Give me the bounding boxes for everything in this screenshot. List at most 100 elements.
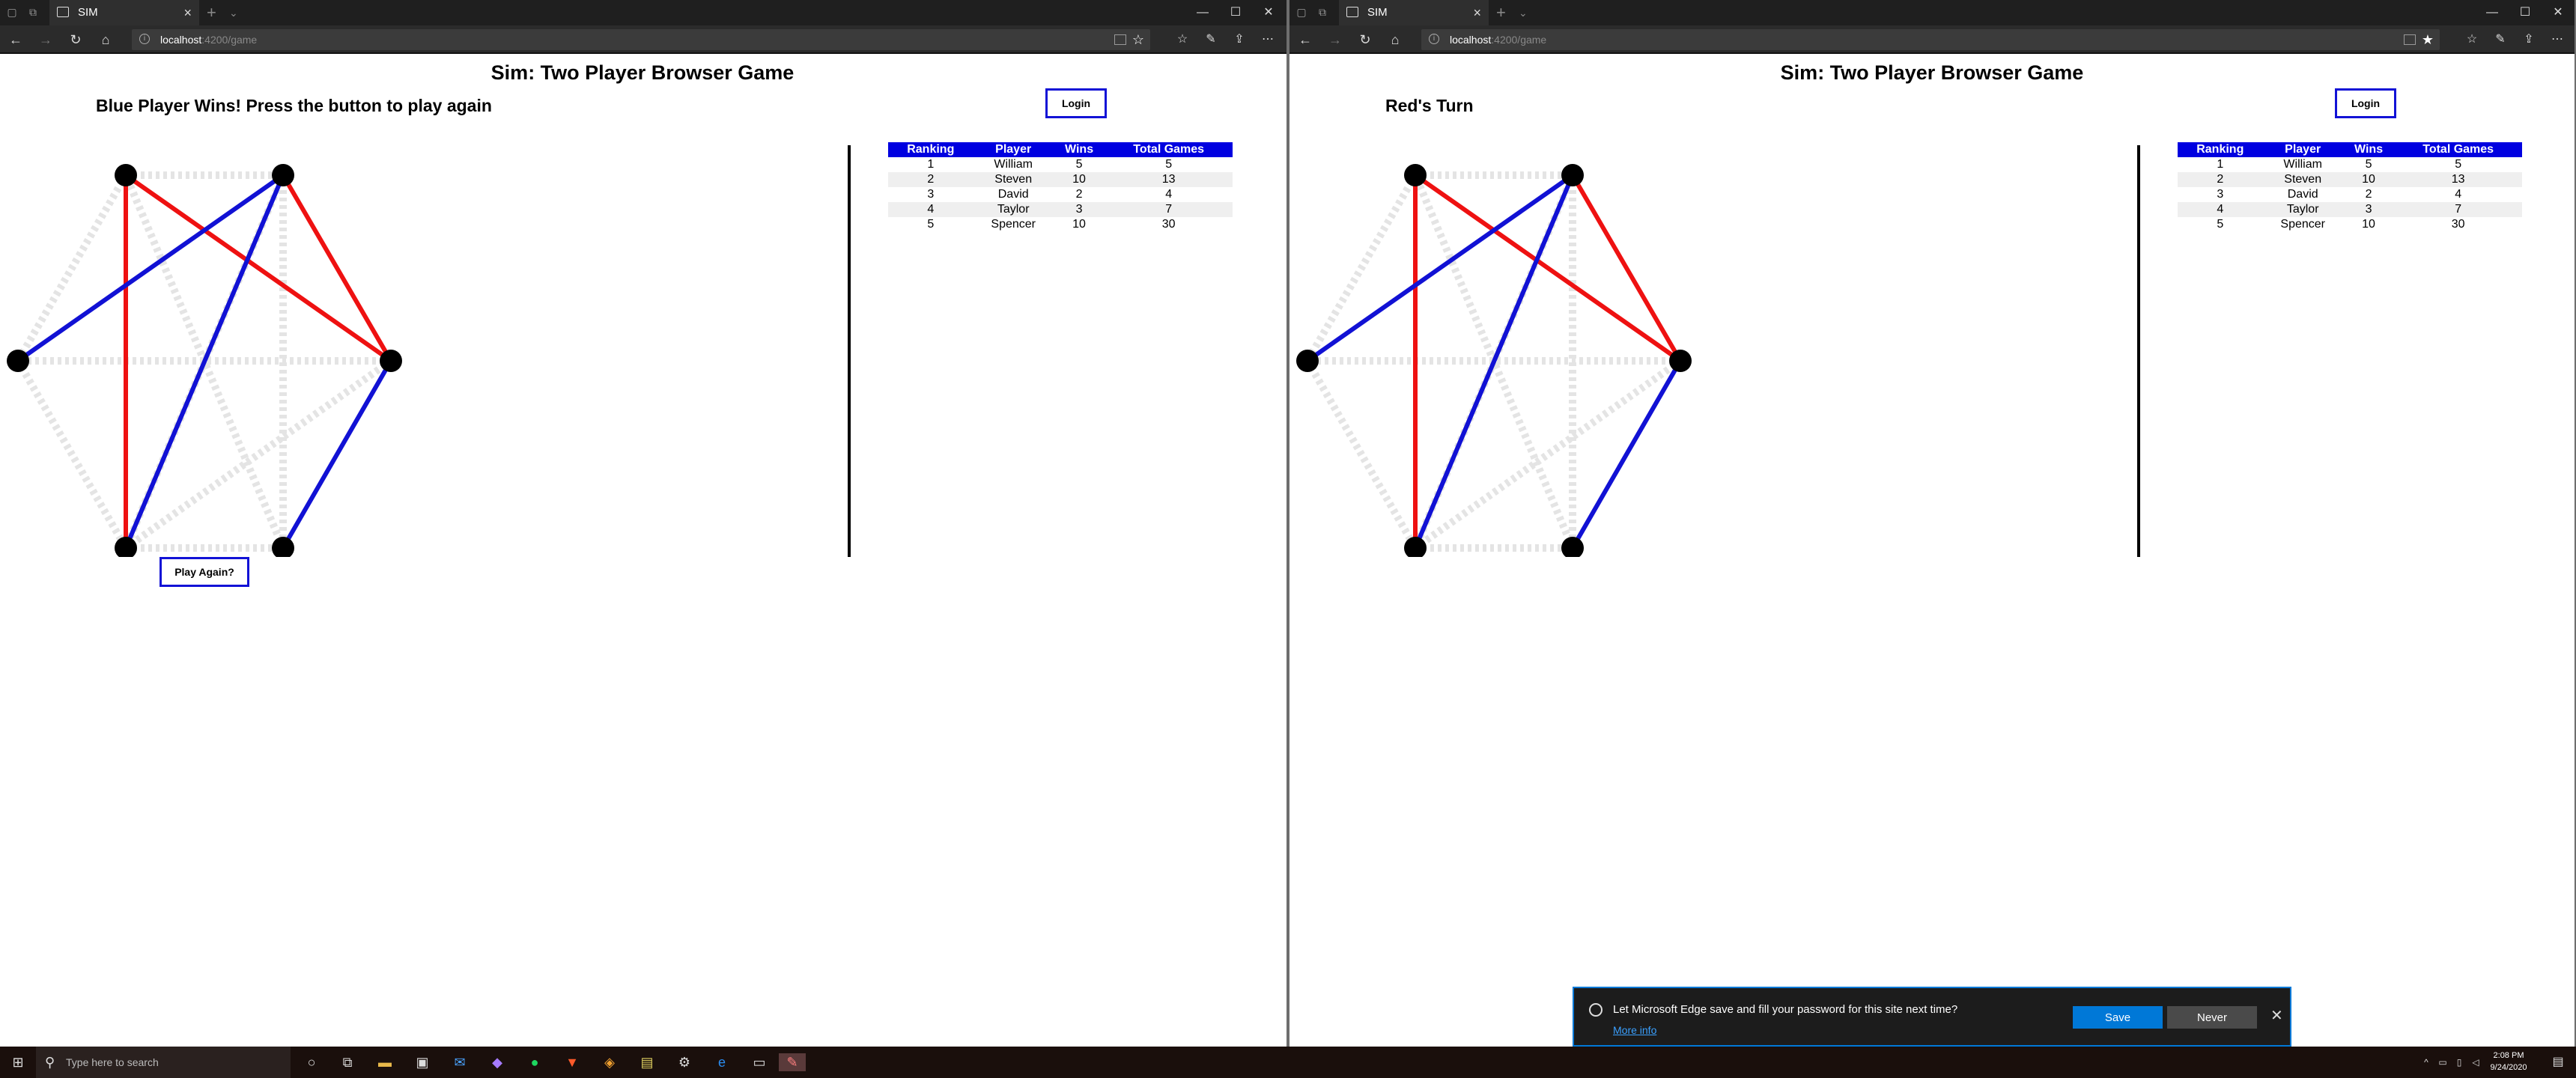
mail-icon[interactable]: ✉ xyxy=(449,1053,470,1071)
table-header-row: Ranking Player Wins Total Games xyxy=(2178,142,2522,157)
tab-actions-icon[interactable]: ▢ xyxy=(6,6,18,18)
board-node[interactable] xyxy=(1296,350,1319,372)
refresh-icon[interactable]: ↻ xyxy=(66,30,85,49)
visual-studio-icon[interactable]: ◆ xyxy=(487,1053,508,1071)
favorite-star-icon[interactable]: ☆ xyxy=(1132,29,1144,50)
minimize-icon[interactable]: — xyxy=(2476,0,2509,25)
board-node[interactable] xyxy=(272,164,294,186)
brave-icon[interactable]: ▼ xyxy=(562,1053,583,1071)
info-icon[interactable]: i xyxy=(139,34,150,44)
refresh-icon[interactable]: ↻ xyxy=(1355,30,1375,49)
close-window-icon[interactable]: ✕ xyxy=(1252,0,1285,25)
search-box[interactable]: ⚲ Type here to search xyxy=(36,1047,291,1078)
browser-tab[interactable]: SIM × xyxy=(1339,0,1489,25)
close-tab-icon[interactable]: × xyxy=(1473,0,1481,25)
title-bar: ▢ ⧉ SIM × + ⌄ — ☐ ✕ xyxy=(1289,0,2575,25)
table-cell: 3 xyxy=(1053,202,1105,217)
login-button[interactable]: Login xyxy=(2335,88,2396,118)
chevron-down-icon[interactable]: ⌄ xyxy=(229,0,238,25)
minimize-icon[interactable]: — xyxy=(1186,0,1219,25)
save-password-button[interactable]: Save xyxy=(2073,1006,2163,1029)
close-window-icon[interactable]: ✕ xyxy=(2542,0,2575,25)
file-explorer-icon[interactable]: ▬ xyxy=(374,1053,395,1071)
store-icon[interactable]: ▣ xyxy=(412,1053,433,1071)
git-icon[interactable]: ◈ xyxy=(599,1053,620,1071)
maximize-icon[interactable]: ☐ xyxy=(1219,0,1252,25)
table-row: 2 Steven 10 13 xyxy=(888,172,1233,187)
board-node[interactable] xyxy=(1561,537,1584,557)
close-tab-icon[interactable]: × xyxy=(183,0,192,25)
favorites-icon[interactable]: ☆ xyxy=(1173,30,1192,49)
task-view-icon[interactable]: ⧉ xyxy=(337,1053,358,1071)
page-title: Sim: Two Player Browser Game xyxy=(490,61,795,84)
share-icon[interactable]: ⇪ xyxy=(2519,30,2539,49)
info-icon[interactable]: i xyxy=(1429,34,1439,44)
spotify-icon[interactable]: ● xyxy=(524,1053,545,1071)
home-icon[interactable]: ⌂ xyxy=(1385,30,1405,49)
never-button[interactable]: Never xyxy=(2167,1006,2257,1029)
notepad-icon[interactable]: ▤ xyxy=(637,1053,657,1071)
column-header: Wins xyxy=(1053,142,1105,157)
forward-icon[interactable]: → xyxy=(36,30,55,49)
address-bar[interactable]: i localhost:4200/game ★ xyxy=(1421,29,2440,50)
blue-edge[interactable] xyxy=(1570,359,1683,549)
maximize-icon[interactable]: ☐ xyxy=(2509,0,2542,25)
board-node[interactable] xyxy=(115,164,137,186)
close-icon[interactable]: ✕ xyxy=(2270,1006,2283,1025)
active-app-icon[interactable]: ✎ xyxy=(779,1053,806,1071)
login-button[interactable]: Login xyxy=(1045,88,1107,118)
unclaimed-edge[interactable] xyxy=(1304,173,1419,363)
clock[interactable]: 2:08 PM 9/24/2020 xyxy=(2471,1050,2546,1074)
tab-actions-icon[interactable]: ▢ xyxy=(1295,6,1307,18)
notifications-icon[interactable]: ▤ xyxy=(2548,1053,2569,1071)
settings-gear-icon[interactable]: ⚙ xyxy=(674,1053,695,1071)
red-edge[interactable] xyxy=(124,173,392,363)
board-node[interactable] xyxy=(1669,350,1692,372)
unclaimed-edge[interactable] xyxy=(1304,359,1419,550)
new-tab-icon[interactable]: + xyxy=(207,0,216,25)
address-bar[interactable]: i localhost:4200/game ☆ xyxy=(132,29,1150,50)
edge-icon[interactable]: e xyxy=(711,1053,732,1071)
forward-icon[interactable]: → xyxy=(1325,30,1345,49)
board-node[interactable] xyxy=(1561,164,1584,186)
browser-tab[interactable]: SIM × xyxy=(49,0,199,25)
red-edge[interactable] xyxy=(1570,174,1683,362)
pen-icon[interactable]: ✎ xyxy=(2491,30,2510,49)
unclaimed-edge[interactable] xyxy=(14,359,130,550)
red-edge[interactable] xyxy=(281,174,393,362)
back-tabs-icon[interactable]: ⧉ xyxy=(1316,6,1328,18)
back-icon[interactable]: ← xyxy=(1295,30,1315,49)
terminal-icon[interactable]: ▭ xyxy=(749,1053,770,1071)
more-info-link[interactable]: More info xyxy=(1613,1024,1656,1036)
reading-view-icon[interactable] xyxy=(2404,34,2416,45)
favorites-icon[interactable]: ☆ xyxy=(2462,30,2482,49)
more-icon[interactable]: ⋯ xyxy=(1258,30,1278,49)
table-cell: 4 xyxy=(1165,188,1173,201)
board-node[interactable] xyxy=(272,537,294,557)
share-icon[interactable]: ⇪ xyxy=(1230,30,1249,49)
divider xyxy=(2137,145,2140,557)
chevron-down-icon[interactable]: ⌄ xyxy=(1519,0,1528,25)
cortana-icon[interactable]: ○ xyxy=(301,1053,322,1071)
new-tab-icon[interactable]: + xyxy=(1496,0,1506,25)
windows-start-icon[interactable]: ⊞ xyxy=(7,1053,28,1071)
home-icon[interactable]: ⌂ xyxy=(96,30,115,49)
pen-icon[interactable]: ✎ xyxy=(1201,30,1221,49)
prompt-message: Let Microsoft Edge save and fill your pa… xyxy=(1613,1003,1958,1016)
board-node[interactable] xyxy=(380,350,402,372)
red-edge[interactable] xyxy=(1414,173,1682,363)
reading-view-icon[interactable] xyxy=(1114,34,1126,45)
more-icon[interactable]: ⋯ xyxy=(2548,30,2567,49)
table-cell: 5 xyxy=(2217,218,2224,231)
back-tabs-icon[interactable]: ⧉ xyxy=(27,6,39,18)
play-again-button[interactable]: Play Again? xyxy=(160,557,249,587)
table-row: 1 William 5 5 xyxy=(2178,157,2522,172)
back-icon[interactable]: ← xyxy=(6,30,25,49)
unclaimed-edge[interactable] xyxy=(14,173,130,363)
board-node[interactable] xyxy=(7,350,29,372)
blue-edge[interactable] xyxy=(281,359,393,549)
table-cell: 5 xyxy=(2455,158,2462,171)
board-node[interactable] xyxy=(1404,164,1427,186)
favorite-star-icon[interactable]: ★ xyxy=(2422,29,2434,50)
search-icon: ⚲ xyxy=(45,1055,55,1070)
